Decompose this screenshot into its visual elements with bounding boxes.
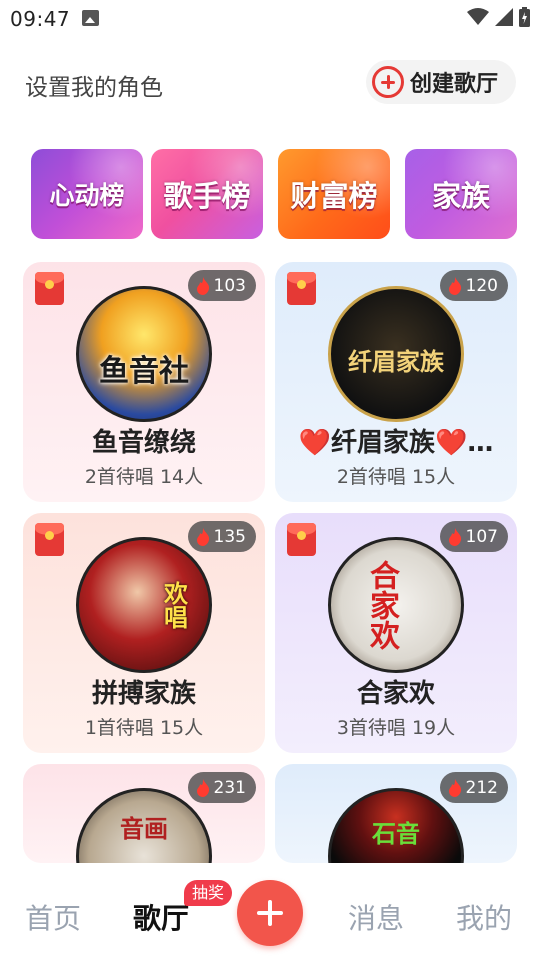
set-my-role-link[interactable]: 设置我的角色 xyxy=(25,68,163,102)
room-card[interactable]: 231 音画 xyxy=(23,764,265,863)
avatar-text: 音画 xyxy=(120,814,168,843)
room-card[interactable]: 135 欢唱 拼搏家族 1首待唱 15人 xyxy=(23,513,265,753)
nav-mine[interactable]: 我的 xyxy=(456,897,512,937)
room-card[interactable]: 120 纤眉家族 ❤️纤眉家族❤️… 2首待唱 15人 xyxy=(275,262,517,502)
banner-singer-rank[interactable]: 歌手榜 xyxy=(151,149,263,239)
red-packet-icon xyxy=(35,523,64,556)
battery-charging-icon xyxy=(519,7,530,27)
room-card[interactable]: 103 鱼音社 鱼音缭绕 2首待唱 14人 xyxy=(23,262,265,502)
nav-messages[interactable]: 消息 xyxy=(348,897,404,937)
banner-label: 财富榜 xyxy=(290,179,378,213)
nav-home[interactable]: 首页 xyxy=(25,897,81,937)
flame-icon xyxy=(448,276,461,295)
create-ktv-label: 创建歌厅 xyxy=(410,72,499,97)
wifi-icon xyxy=(467,8,489,25)
heat-badge: 135 xyxy=(187,521,256,552)
banner-label: 心动榜 xyxy=(49,181,125,210)
red-packet-icon xyxy=(35,272,64,305)
room-meta: 3首待唱 19人 xyxy=(336,717,456,739)
avatar-text: 合家欢 xyxy=(364,560,399,650)
room-meta: 2首待唱 14人 xyxy=(84,466,204,488)
banner-label: 家族 xyxy=(431,179,490,213)
room-card[interactable]: 212 石音 xyxy=(275,764,517,863)
heat-badge: 103 xyxy=(187,270,256,301)
nav-ktv[interactable]: 歌厅 xyxy=(133,897,189,937)
lottery-badge[interactable]: 抽奖 xyxy=(184,880,233,906)
status-bar: 09:47 xyxy=(0,0,540,38)
heat-badge: 212 xyxy=(439,772,508,803)
heat-value: 135 xyxy=(213,526,246,547)
banner-family[interactable]: 家族 xyxy=(405,149,517,239)
banner-label: 歌手榜 xyxy=(163,179,251,213)
flame-icon xyxy=(196,527,209,546)
gallery-notification-icon xyxy=(82,10,99,26)
create-ktv-button[interactable]: 创建歌厅 xyxy=(366,60,516,104)
red-packet-icon xyxy=(287,272,316,305)
room-avatar: 欢唱 xyxy=(76,537,212,673)
status-time: 09:47 xyxy=(10,7,71,31)
room-avatar: 石音 xyxy=(328,788,464,863)
signal-icon xyxy=(495,8,513,26)
room-meta: 2首待唱 15人 xyxy=(336,466,456,488)
heat-value: 103 xyxy=(213,275,246,296)
room-name: ❤️纤眉家族❤️… xyxy=(298,428,494,458)
heat-value: 231 xyxy=(213,777,246,798)
room-avatar: 音画 xyxy=(76,788,212,863)
flame-icon xyxy=(448,778,461,797)
flame-icon xyxy=(196,276,209,295)
flame-icon xyxy=(448,527,461,546)
room-avatar: 鱼音社 xyxy=(76,286,212,422)
red-packet-icon xyxy=(287,523,316,556)
add-button[interactable] xyxy=(237,880,303,946)
bottom-nav: 首页 歌厅 抽奖 消息 我的 xyxy=(0,863,540,960)
banner-heartbeat-rank[interactable]: 心动榜 xyxy=(31,149,143,239)
avatar-text: 鱼音社 xyxy=(99,354,189,389)
heat-badge: 231 xyxy=(187,772,256,803)
room-name: 鱼音缭绕 xyxy=(91,428,196,458)
status-icons xyxy=(467,7,530,27)
heat-badge: 107 xyxy=(439,521,508,552)
avatar-text: 欢唱 xyxy=(159,581,188,629)
room-avatar: 合家欢 xyxy=(328,537,464,673)
room-name: 合家欢 xyxy=(356,679,435,709)
avatar-text: 石音 xyxy=(372,819,420,848)
room-card[interactable]: 107 合家欢 合家欢 3首待唱 19人 xyxy=(275,513,517,753)
room-name: 拼搏家族 xyxy=(91,679,196,709)
avatar-text: 纤眉家族 xyxy=(348,347,444,376)
heat-value: 212 xyxy=(465,777,498,798)
add-circle-icon xyxy=(372,66,404,98)
flame-icon xyxy=(196,778,209,797)
banner-wealth-rank[interactable]: 财富榜 xyxy=(278,149,390,239)
room-meta: 1首待唱 15人 xyxy=(84,717,204,739)
heat-value: 120 xyxy=(465,275,498,296)
heat-badge: 120 xyxy=(439,270,508,301)
room-avatar: 纤眉家族 xyxy=(328,286,464,422)
heat-value: 107 xyxy=(465,526,498,547)
